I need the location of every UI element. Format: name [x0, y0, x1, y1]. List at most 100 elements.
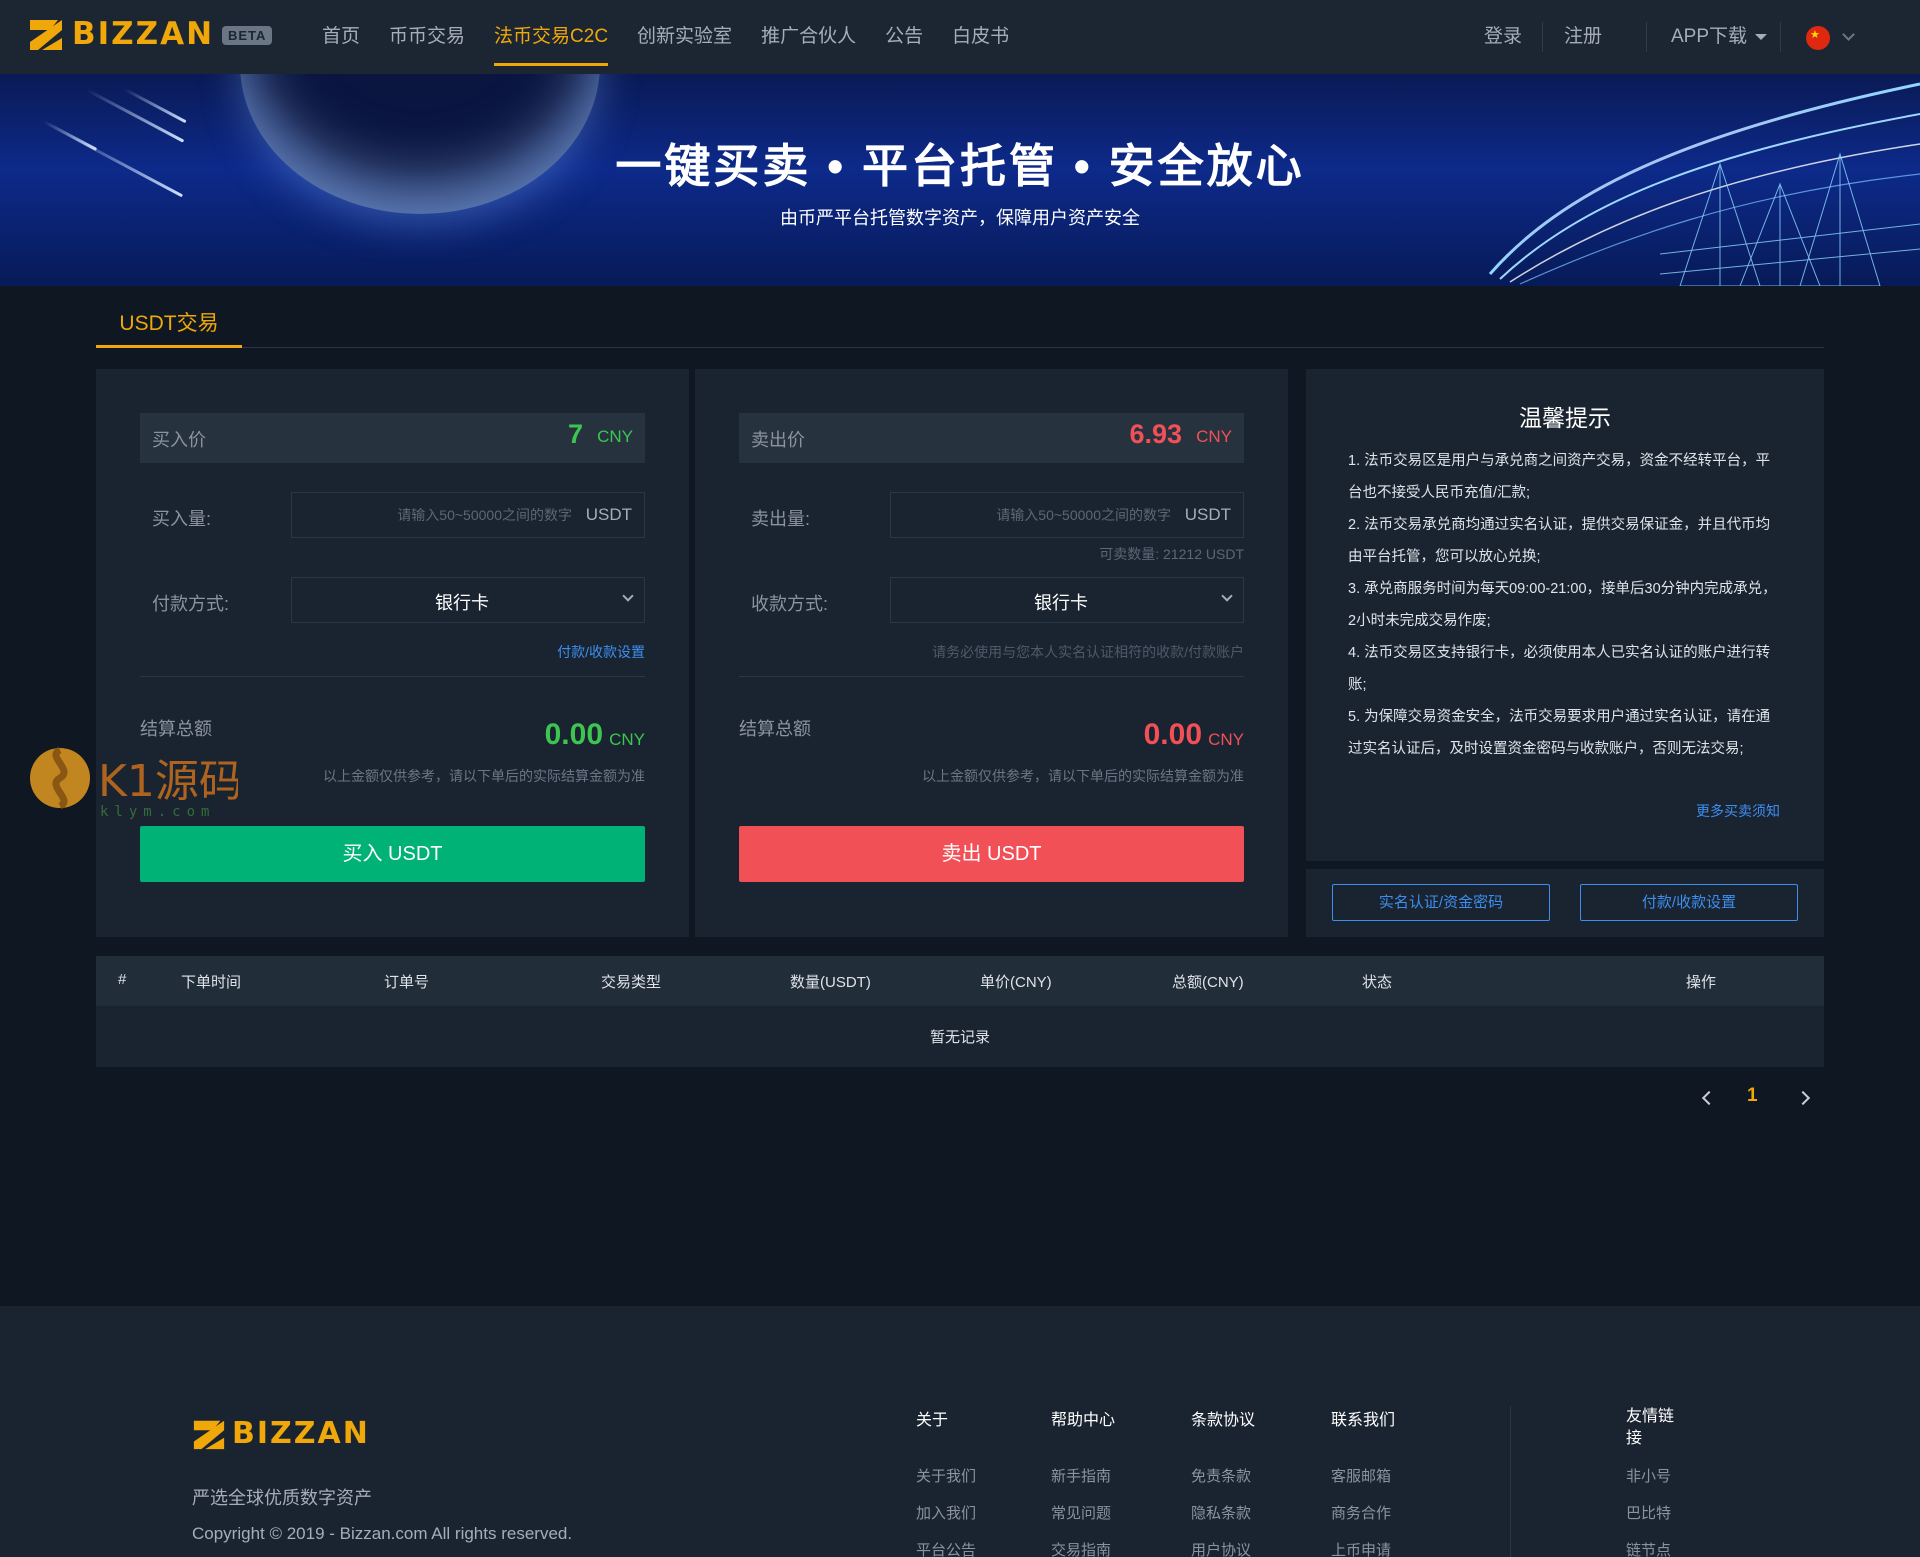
nav-whitepaper[interactable]: 白皮书: [952, 0, 1009, 74]
buy-price-currency: CNY: [597, 427, 633, 446]
sell-total-label: 结算总额: [739, 719, 811, 739]
app-download-label: APP下载: [1671, 26, 1748, 47]
footer-col-title: 条款协议: [1191, 1412, 1256, 1429]
buy-amount-unit: USDT: [585, 505, 632, 524]
footer-link[interactable]: 客服邮箱: [1331, 1465, 1391, 1486]
nav-spot[interactable]: 币币交易: [389, 0, 465, 74]
sell-usdt-button[interactable]: 卖出 USDT: [739, 826, 1244, 882]
divider: [140, 676, 645, 677]
sell-amount-field[interactable]: USDT: [890, 492, 1244, 538]
footer-link[interactable]: 非小号: [1626, 1465, 1671, 1486]
tip-item: 1. 法币交易区是用户与承兑商之间资产交易，资金不经转平台，平台也不接受人民币充…: [1348, 453, 1771, 501]
footer-brand: BIZZAN: [232, 1416, 370, 1451]
footer-col-title: 关于: [916, 1412, 949, 1429]
col-status: 状态: [1362, 974, 1393, 991]
meteor-graphic: [123, 87, 187, 124]
buy-amount-label: 买入量:: [152, 509, 212, 529]
footer-col-title: 联系我们: [1331, 1412, 1396, 1429]
banner-title: 一键买卖 • 平台托管 • 安全放心: [615, 140, 1305, 192]
tips-panel: 温馨提示 1. 法币交易区是用户与承兑商之间资产交易，资金不经转平台，平台也不接…: [1306, 369, 1824, 861]
header-divider: [1780, 22, 1781, 52]
tip-item: 3. 承兑商服务时间为每天09:00-21:00，接单后30分钟内完成承兑，2小…: [1348, 581, 1777, 629]
col-trade-type: 交易类型: [601, 974, 662, 991]
tips-list: 1. 法币交易区是用户与承兑商之间资产交易，资金不经转平台，平台也不接受人民币充…: [1348, 445, 1784, 765]
prev-page-icon[interactable]: [1701, 1090, 1717, 1106]
footer-link[interactable]: 商务合作: [1331, 1502, 1391, 1523]
app-download-menu[interactable]: APP下载: [1671, 0, 1768, 74]
buy-price-box: 买入价 7 CNY: [140, 413, 645, 463]
top-header: BIZZAN BETA 首页 币币交易 法币交易C2C 创新实验室 推广合伙人 …: [0, 0, 1920, 74]
footer-copyright: Copyright © 2019 - Bizzan.com All rights…: [192, 1524, 573, 1543]
more-trading-notes-link[interactable]: 更多买卖须知: [1696, 801, 1780, 821]
sell-total-currency: CNY: [1208, 730, 1244, 749]
col-actions: 操作: [1686, 974, 1717, 991]
header-divider: [1646, 22, 1647, 52]
payment-method-label: 付款方式:: [152, 594, 230, 614]
payment-method-select[interactable]: 银行卡: [291, 577, 645, 623]
footer-link[interactable]: 新手指南: [1051, 1465, 1111, 1486]
sell-amount-input[interactable]: [891, 493, 1181, 537]
tab-bar: USDT交易: [96, 286, 1824, 348]
receive-method-label: 收款方式:: [751, 594, 829, 614]
sell-price-label: 卖出价: [751, 430, 805, 450]
sell-price-currency: CNY: [1196, 427, 1232, 446]
footer-link[interactable]: 关于我们: [916, 1465, 976, 1486]
footer-link[interactable]: 加入我们: [916, 1502, 976, 1523]
receive-method-note: 请务必使用与您本人实名认证相符的收款/付款账户: [932, 644, 1244, 660]
footer-link[interactable]: 用户协议: [1191, 1539, 1251, 1557]
footer-link[interactable]: 上币申请: [1331, 1539, 1391, 1557]
buy-price-label: 买入价: [152, 430, 206, 450]
chevron-down-icon[interactable]: [1842, 28, 1855, 41]
footer-link[interactable]: 交易指南: [1051, 1539, 1111, 1557]
footer-divider: [1510, 1406, 1511, 1557]
footer-link[interactable]: 免责条款: [1191, 1465, 1251, 1486]
register-link[interactable]: 注册: [1564, 0, 1602, 74]
buy-amount-field[interactable]: USDT: [291, 492, 645, 538]
payment-settings-link[interactable]: 付款/收款设置: [557, 642, 645, 662]
payment-settings-button[interactable]: 付款/收款设置: [1580, 884, 1798, 921]
page-number[interactable]: 1: [1747, 1085, 1758, 1107]
nav-announcement[interactable]: 公告: [885, 0, 923, 74]
buy-price-value: 7: [567, 419, 583, 449]
nav-lab[interactable]: 创新实验室: [637, 0, 732, 74]
sell-price-value: 6.93: [1129, 419, 1182, 449]
footer-link[interactable]: 链节点: [1626, 1539, 1671, 1557]
tips-actions: 实名认证/资金密码 付款/收款设置: [1306, 869, 1824, 937]
sell-total-note: 以上金额仅供参考，请以下单后的实际结算金额为准: [922, 768, 1244, 784]
footer-link[interactable]: 平台公告: [916, 1539, 976, 1557]
footer-col-title: 帮助中心: [1051, 1412, 1116, 1429]
hero-banner: 一键买卖 • 平台托管 • 安全放心 由币严平台托管数字资产，保障用户资产安全: [0, 74, 1920, 286]
login-link[interactable]: 登录: [1484, 0, 1522, 74]
nav-c2c[interactable]: 法币交易C2C: [494, 0, 609, 74]
buy-usdt-button[interactable]: 买入 USDT: [140, 826, 645, 882]
buy-amount-input[interactable]: [292, 493, 582, 537]
tip-item: 2. 法币交易承兑商均通过实名认证，提供交易保证金，并且代币均由平台托管，您可以…: [1348, 517, 1771, 565]
svg-text:K1源码: K1源码: [98, 756, 238, 807]
banner-subtitle: 由币严平台托管数字资产，保障用户资产安全: [780, 208, 1140, 228]
footer-link[interactable]: 隐私条款: [1191, 1502, 1251, 1523]
col-index: #: [118, 971, 127, 988]
sell-price-box: 卖出价 6.93 CNY: [739, 413, 1244, 463]
nav-partner[interactable]: 推广合伙人: [761, 0, 856, 74]
sell-total-value: 0.00: [1143, 718, 1202, 751]
buy-total-value: 0.00: [544, 718, 603, 751]
orders-table: # 下单时间 订单号 交易类型 数量(USDT) 单价(CNY) 总额(CNY)…: [96, 956, 1824, 1067]
table-header: # 下单时间 订单号 交易类型 数量(USDT) 单价(CNY) 总额(CNY)…: [96, 956, 1824, 1006]
nav-home[interactable]: 首页: [322, 0, 360, 74]
main-nav: 首页 币币交易 法币交易C2C 创新实验室 推广合伙人 公告 白皮书: [322, 0, 1038, 74]
footer-link[interactable]: 巴比特: [1626, 1502, 1671, 1523]
footer-link[interactable]: 常见问题: [1051, 1502, 1111, 1523]
brand-logo[interactable]: BIZZAN: [28, 16, 214, 52]
tab-usdt[interactable]: USDT交易: [96, 308, 242, 348]
sell-amount-label: 卖出量:: [751, 509, 811, 529]
china-flag-icon[interactable]: [1806, 26, 1830, 50]
receive-method-select[interactable]: 银行卡: [890, 577, 1244, 623]
next-page-icon[interactable]: [1795, 1090, 1811, 1106]
tip-item: 4. 法币交易区支持银行卡，必须使用本人已实名认证的账户进行转账;: [1348, 645, 1771, 693]
buy-total-note: 以上金额仅供参考，请以下单后的实际结算金额为准: [323, 768, 645, 784]
footer-logo[interactable]: BIZZAN: [192, 1416, 370, 1451]
caret-down-icon: [1755, 33, 1768, 40]
col-total: 总额(CNY): [1172, 974, 1244, 991]
verify-identity-button[interactable]: 实名认证/资金密码: [1332, 884, 1550, 921]
bizzan-logo-icon: [30, 20, 62, 50]
